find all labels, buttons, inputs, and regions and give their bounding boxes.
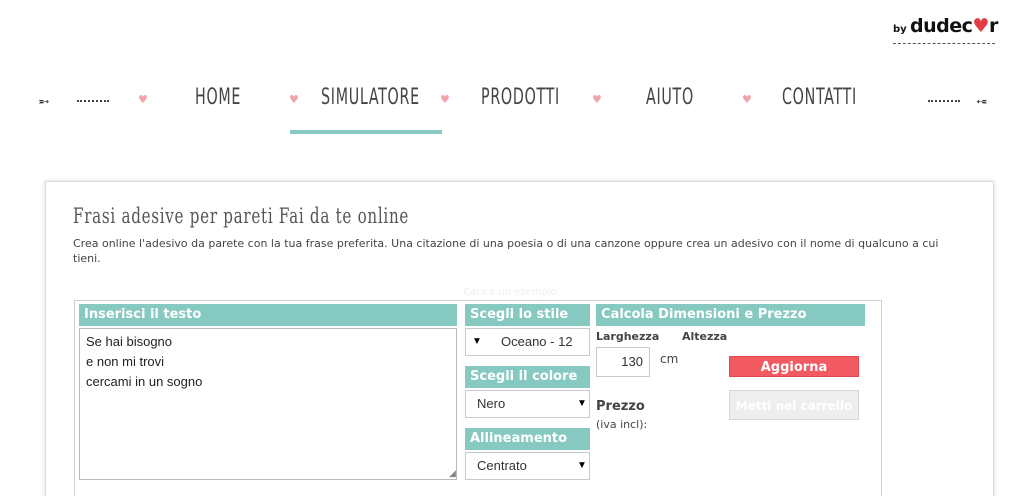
brand-name: dudec♥r xyxy=(910,15,998,37)
page-title: Frasi adesive per pareti Fai da te onlin… xyxy=(73,204,410,228)
width-label: Larghezza xyxy=(596,330,660,343)
style-header: Scegli lo stile xyxy=(465,304,590,326)
align-header: Allineamento xyxy=(465,428,590,450)
heart-separator-icon: ♥ xyxy=(289,93,299,106)
update-button[interactable]: Aggiorna xyxy=(729,356,859,377)
text-input[interactable]: Se hai bisogno e non mi trovi cercami in… xyxy=(79,328,457,480)
brand-logo[interactable]: by dudec♥r xyxy=(893,15,998,46)
align-select[interactable]: Centrato ▼ xyxy=(465,452,590,480)
add-to-cart-button[interactable]: Metti nel carrello xyxy=(729,390,859,420)
dims-header: Calcola Dimensioni e Prezzo xyxy=(596,304,865,326)
resize-grip-icon[interactable]: ◢ xyxy=(449,469,456,479)
nav-item-aiuto[interactable]: AIUTO xyxy=(646,85,694,110)
example-button[interactable]: Carica un esempio xyxy=(405,287,615,304)
nav-item-prodotti[interactable]: PRODOTTI xyxy=(481,85,560,110)
heart-separator-icon: ♥ xyxy=(592,93,602,106)
unit-label: cm xyxy=(660,352,679,366)
style-select-value: Oceano - 12 xyxy=(501,334,573,349)
nav-item-home[interactable]: HOME xyxy=(195,85,241,110)
caret-down-icon: ▼ xyxy=(577,398,587,409)
vat-label: (iva incl): xyxy=(596,418,648,431)
style-select[interactable]: ▼ Oceano - 12 xyxy=(465,328,590,356)
heart-separator-icon: ♥ xyxy=(138,93,148,106)
heart-separator-icon: ♥ xyxy=(440,93,450,106)
nav-item-simulatore[interactable]: SIMULATORE xyxy=(321,85,420,110)
align-select-value: Centrato xyxy=(477,458,527,473)
caret-down-icon: ▼ xyxy=(472,336,482,347)
heart-separator-icon: ♥ xyxy=(742,93,752,106)
simulator-panel: Frasi adesive per pareti Fai da te onlin… xyxy=(45,181,994,496)
dotted-divider-right xyxy=(928,100,960,102)
nav-item-contatti[interactable]: CONTATTI xyxy=(782,85,857,110)
width-input[interactable]: 130 xyxy=(596,347,650,377)
brand-name-tail: r xyxy=(988,15,998,37)
main-nav: ➵ ♥ HOME ♥ SIMULATORE ♥ PRODOTTI ♥ AIUTO… xyxy=(0,80,1015,140)
brand-name-main: dudec xyxy=(910,15,973,37)
brand-heart-icon: ♥ xyxy=(972,15,989,37)
page-description: Crea online l'adesivo da parete con la t… xyxy=(73,237,939,265)
height-label: Altezza xyxy=(682,330,728,343)
color-header: Scegli il colore xyxy=(465,366,590,388)
simulator-box: Carica un esempio Inserisci il testo Se … xyxy=(74,287,882,496)
color-select[interactable]: Nero ▼ xyxy=(465,390,590,418)
caret-down-icon: ▼ xyxy=(577,460,587,471)
nav-active-indicator xyxy=(290,130,442,134)
brand-underline xyxy=(893,43,995,44)
arrow-right-icon: ➵ xyxy=(976,94,988,110)
brand-by: by xyxy=(893,24,907,35)
dotted-divider-left xyxy=(77,100,109,102)
arrow-left-icon: ➵ xyxy=(38,94,50,110)
page: by dudec♥r ➵ ♥ HOME ♥ SIMULATORE ♥ PRODO… xyxy=(0,0,1015,496)
color-select-value: Nero xyxy=(477,396,506,411)
text-header: Inserisci il testo xyxy=(79,304,457,326)
price-label: Prezzo xyxy=(596,399,645,414)
